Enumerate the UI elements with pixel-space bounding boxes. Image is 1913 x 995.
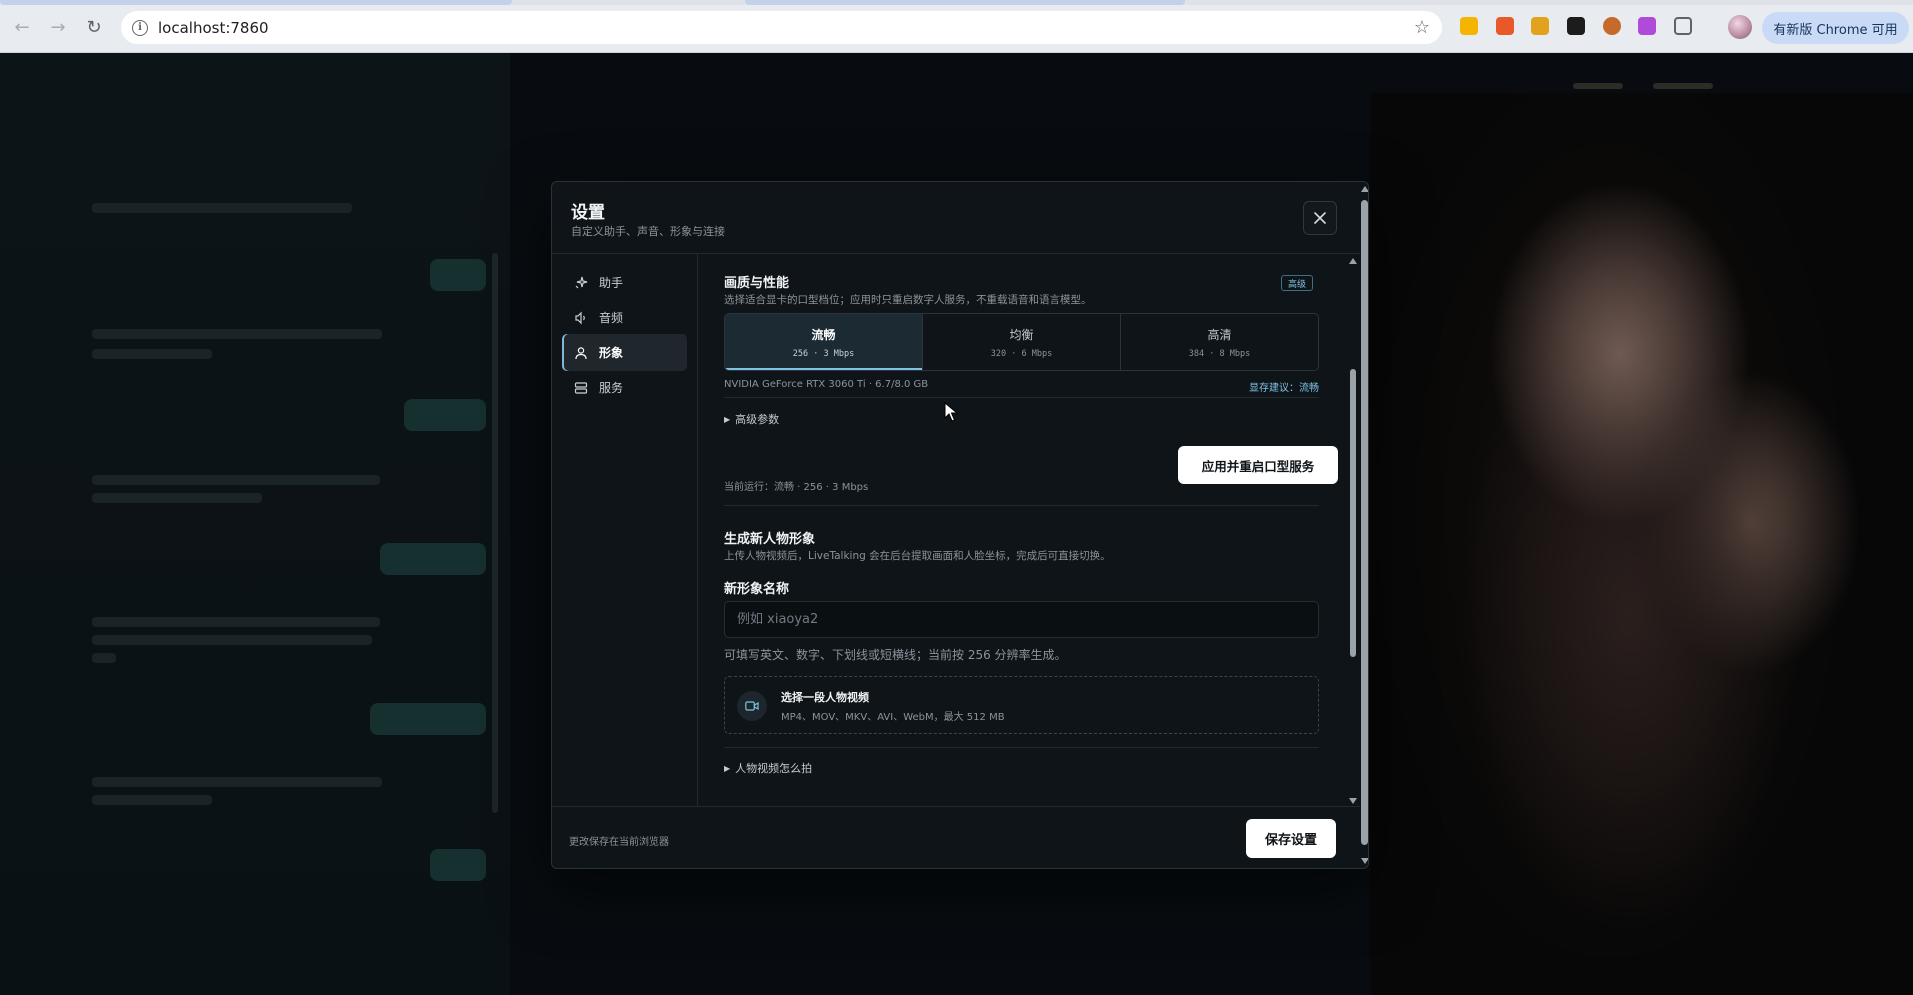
user-icon bbox=[573, 345, 589, 361]
chat-panel-dimmed bbox=[0, 53, 510, 995]
quality-option-spec: 384 · 8 Mbps bbox=[1188, 348, 1251, 359]
top-status-dimmed bbox=[1573, 73, 1873, 103]
sidebar-item-label: 助手 bbox=[599, 276, 624, 290]
tab-strip bbox=[0, 0, 1913, 5]
scroll-down-arrow-icon[interactable] bbox=[1349, 798, 1357, 804]
current-running-status: 当前运行：流畅 · 256 · 3 Mbps bbox=[724, 482, 869, 493]
scroll-up-arrow-icon[interactable] bbox=[1349, 258, 1357, 264]
advanced-badge: 高级 bbox=[1281, 275, 1313, 291]
tab-active-hint[interactable] bbox=[0, 0, 512, 5]
sidebar-item-service[interactable]: 服务 bbox=[562, 369, 687, 406]
video-howto-toggle[interactable]: ▶ 人物视频怎么拍 bbox=[724, 760, 812, 776]
caret-right-icon: ▶ bbox=[724, 763, 731, 773]
reload-icon[interactable]: ↻ bbox=[82, 15, 106, 39]
browser-chrome: ← → ↻ i localhost:7860 ☆ 有新版 Chrome 可用 bbox=[0, 0, 1913, 53]
advanced-params-label: 高级参数 bbox=[735, 413, 780, 426]
video-howto-label: 人物视频怎么拍 bbox=[735, 762, 813, 775]
settings-content: 画质与性能 选择适合显卡的口型档位；应用时只重启数字人服务，不重载语音和语言模型… bbox=[698, 254, 1360, 806]
advanced-params-toggle[interactable]: ▶ 高级参数 bbox=[724, 411, 779, 427]
address-bar[interactable]: i localhost:7860 ☆ bbox=[121, 11, 1442, 44]
settings-dialog: 设置 自定义助手、声音、形象与连接 助手 音频 形象 服务 画质与性能 选择适合… bbox=[551, 181, 1369, 869]
scroll-up-arrow-icon[interactable] bbox=[1361, 186, 1368, 192]
quality-section-desc: 选择适合显卡的口型档位；应用时只重启数字人服务，不重载语音和语言模型。 bbox=[724, 294, 1092, 306]
avatar-section-desc: 上传人物视频后，LiveTalking 会在后台提取画面和人脸坐标，完成后可直接… bbox=[724, 550, 1111, 562]
url-text[interactable]: localhost:7860 bbox=[158, 19, 269, 37]
sparkle-icon bbox=[573, 275, 589, 291]
quality-option-hd[interactable]: 高清 384 · 8 Mbps bbox=[1121, 314, 1318, 370]
caret-right-icon: ▶ bbox=[724, 414, 731, 424]
close-button[interactable] bbox=[1303, 201, 1337, 235]
quality-section-title: 画质与性能 bbox=[724, 276, 790, 291]
video-upload-dropzone[interactable]: 选择一段人物视频 MP4、MOV、MKV、AVI、WebM，最大 512 MB bbox=[724, 676, 1319, 734]
sidebar-item-label: 服务 bbox=[599, 381, 624, 395]
sidebar-item-label: 形象 bbox=[599, 346, 624, 360]
sidebar-item-audio[interactable]: 音频 bbox=[562, 299, 687, 336]
quality-segmented-control: 流畅 256 · 3 Mbps 均衡 320 · 6 Mbps 高清 384 ·… bbox=[724, 313, 1319, 371]
site-info-icon[interactable]: i bbox=[132, 19, 148, 36]
dialog-subtitle: 自定义助手、声音、形象与连接 bbox=[571, 225, 725, 238]
chrome-update-button[interactable]: 有新版 Chrome 可用 bbox=[1762, 12, 1909, 44]
tab-hint[interactable] bbox=[745, 0, 1185, 5]
settings-sidebar: 助手 音频 形象 服务 bbox=[552, 254, 698, 806]
avatar-section-title: 生成新人物形象 bbox=[724, 532, 816, 547]
apply-restart-button[interactable]: 应用并重启口型服务 bbox=[1178, 446, 1338, 484]
extension-icon[interactable] bbox=[1638, 17, 1656, 35]
dialog-header: 设置 自定义助手、声音、形象与连接 bbox=[552, 182, 1362, 254]
scrollbar-thumb[interactable] bbox=[1361, 200, 1368, 845]
extension-icon[interactable] bbox=[1531, 17, 1549, 35]
server-icon bbox=[573, 380, 589, 396]
quality-option-spec: 320 · 6 Mbps bbox=[990, 348, 1053, 359]
dialog-title: 设置 bbox=[571, 203, 605, 223]
speaker-icon bbox=[573, 310, 589, 326]
close-icon bbox=[1314, 212, 1326, 224]
dialog-scrollbar[interactable] bbox=[1360, 182, 1368, 868]
video-camera-icon bbox=[737, 691, 767, 721]
content-scrollbar[interactable] bbox=[1348, 254, 1358, 806]
quality-option-balanced[interactable]: 均衡 320 · 6 Mbps bbox=[923, 314, 1121, 370]
sidebar-item-avatar[interactable]: 形象 bbox=[562, 334, 687, 371]
back-icon[interactable]: ← bbox=[10, 15, 34, 39]
divider bbox=[724, 747, 1319, 748]
gpu-info: NVIDIA GeForce RTX 3060 Ti · 6.7/8.0 GB bbox=[724, 379, 929, 390]
quality-option-label: 流畅 bbox=[811, 327, 836, 342]
extensions-puzzle-icon[interactable] bbox=[1674, 17, 1692, 35]
bookmark-star-icon[interactable]: ☆ bbox=[1414, 17, 1430, 38]
save-settings-button[interactable]: 保存设置 bbox=[1246, 819, 1336, 858]
extension-icon[interactable] bbox=[1496, 17, 1514, 35]
sidebar-item-label: 音频 bbox=[599, 311, 624, 325]
quality-option-smooth[interactable]: 流畅 256 · 3 Mbps bbox=[725, 314, 923, 370]
extension-icon[interactable] bbox=[1603, 17, 1621, 35]
mouse-cursor-icon bbox=[944, 402, 958, 422]
extension-icon[interactable] bbox=[1460, 17, 1478, 35]
upload-title: 选择一段人物视频 bbox=[781, 691, 869, 704]
sidebar-item-assistant[interactable]: 助手 bbox=[562, 264, 687, 301]
extension-icon[interactable] bbox=[1567, 17, 1585, 35]
scrollbar-thumb[interactable] bbox=[1350, 369, 1356, 657]
divider bbox=[724, 505, 1319, 506]
upload-desc: MP4、MOV、MKV、AVI、WebM，最大 512 MB bbox=[781, 712, 1005, 723]
avatar-name-label: 新形象名称 bbox=[724, 582, 790, 597]
divider bbox=[724, 397, 1319, 398]
vram-recommendation: 显存建议：流畅 bbox=[1249, 383, 1319, 394]
quality-option-spec: 256 · 3 Mbps bbox=[792, 348, 855, 359]
quality-option-label: 均衡 bbox=[1009, 327, 1034, 342]
avatar-name-input[interactable] bbox=[724, 601, 1319, 638]
profile-avatar[interactable] bbox=[1728, 15, 1752, 39]
avatar-name-hint: 可填写英文、数字、下划线或短横线；当前按 256 分辨率生成。 bbox=[724, 648, 1067, 662]
quality-option-label: 高清 bbox=[1207, 327, 1232, 342]
forward-icon[interactable]: → bbox=[46, 15, 70, 39]
dialog-footer: 更改保存在当前浏览器 保存设置 bbox=[552, 806, 1360, 868]
scroll-down-arrow-icon[interactable] bbox=[1361, 858, 1368, 864]
avatar-video-dimmed bbox=[1370, 93, 1913, 995]
footer-note: 更改保存在当前浏览器 bbox=[569, 837, 669, 848]
